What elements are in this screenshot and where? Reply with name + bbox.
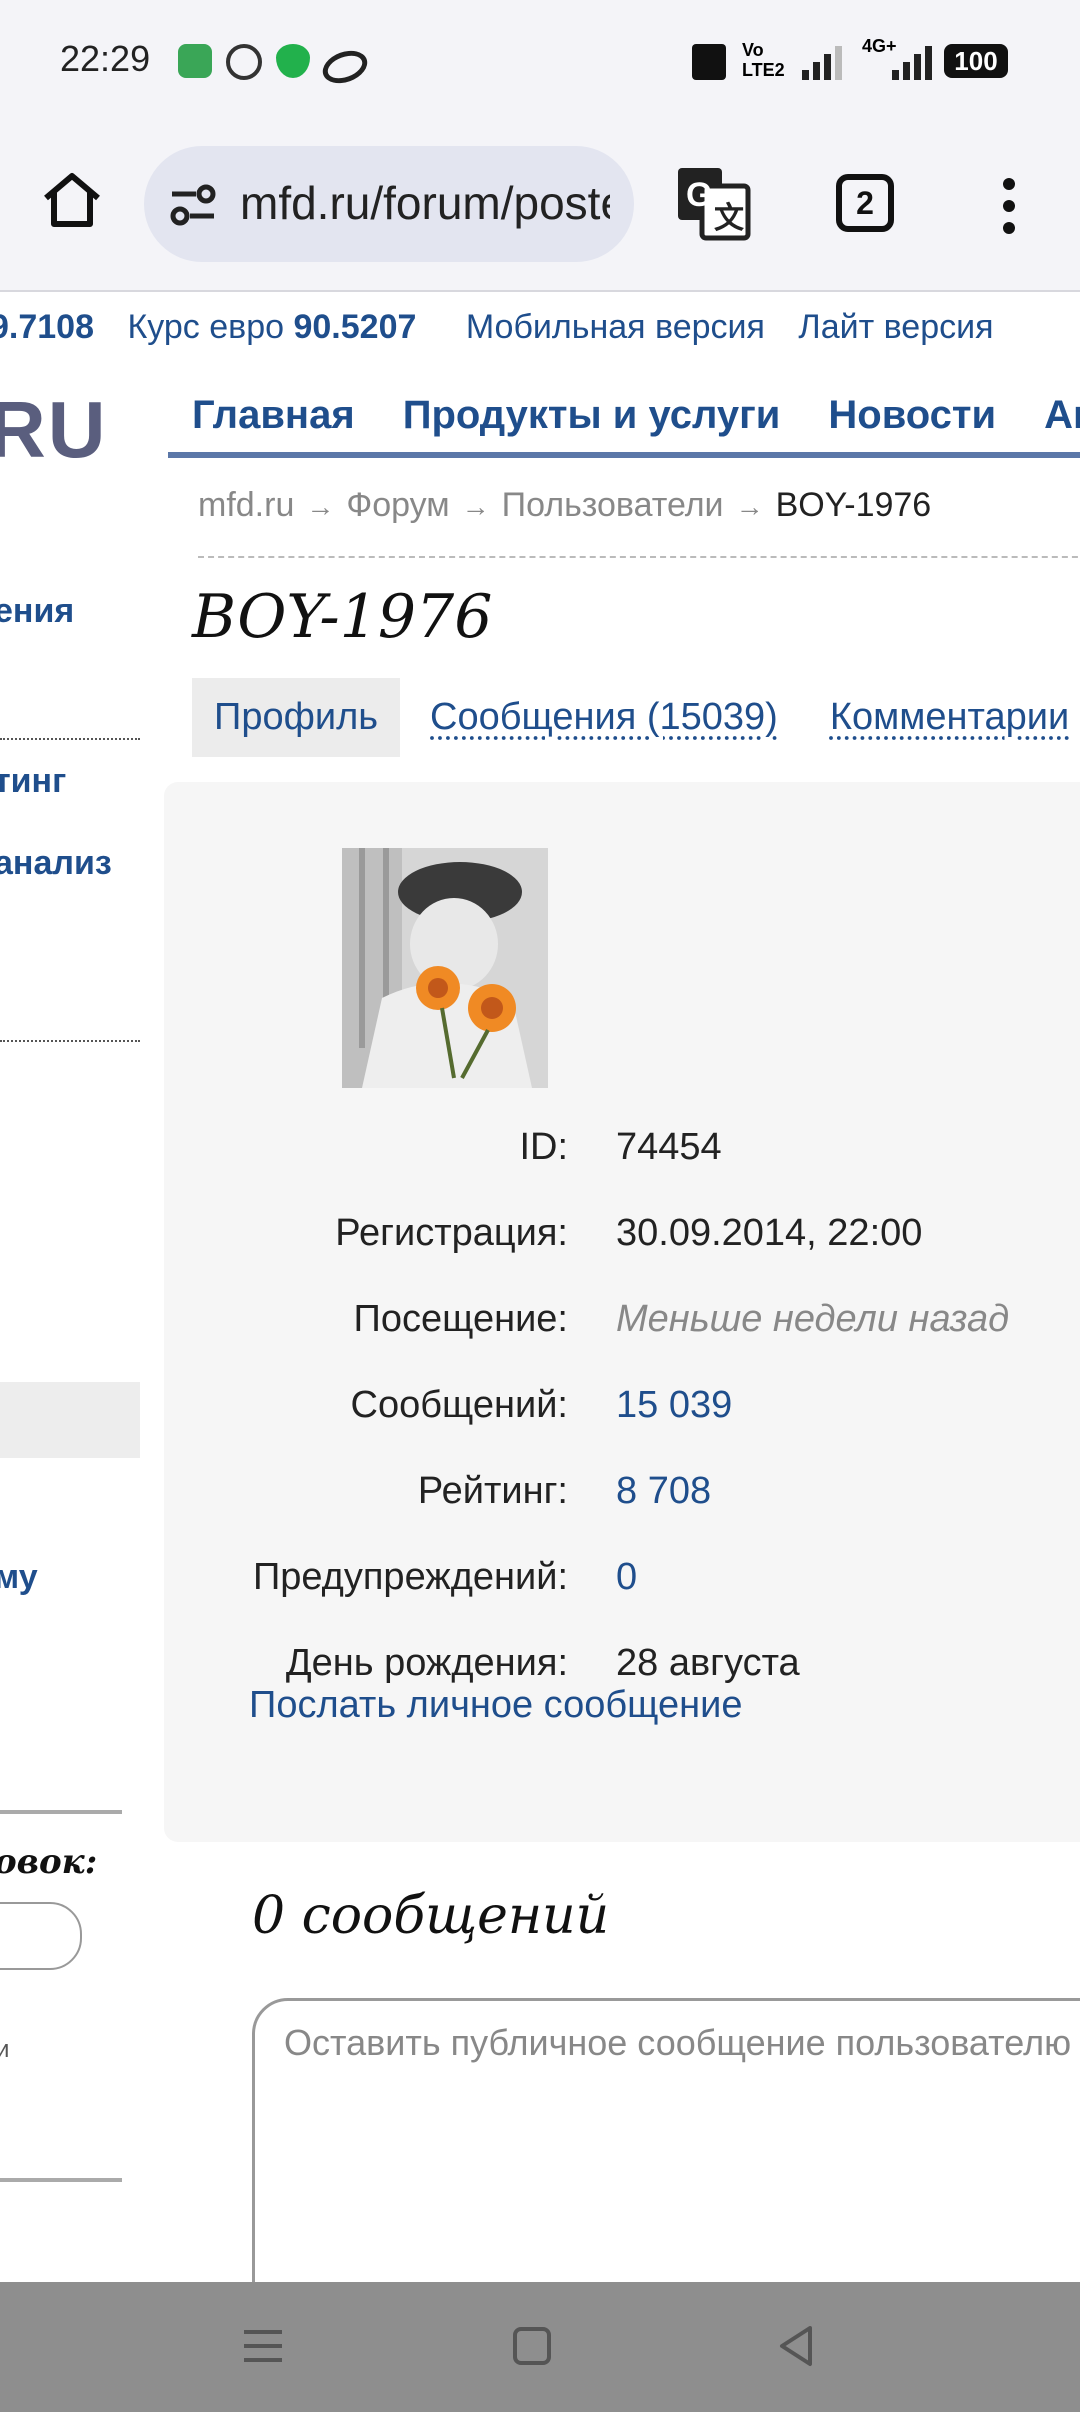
main-navigation: Главная Продукты и услуги Новости Ан [168, 380, 1080, 458]
volte-indicator: Vo LTE2 [742, 40, 785, 80]
birthday-label: День рождения: [285, 1642, 568, 1684]
public-message-placeholder: Оставить публичное сообщение пользовател… [284, 2022, 1072, 2063]
recent-apps-icon[interactable] [242, 2326, 284, 2366]
translate-icon[interactable]: G 文 [676, 166, 752, 242]
id-value: 74454 [616, 1126, 722, 1168]
battery-icon: 100 [944, 44, 1008, 78]
breadcrumb: mfd.ru → Форум → Пользователи → BOY-1976 [198, 486, 931, 525]
rating-label: Рейтинг: [417, 1470, 568, 1512]
page-title: BOY-1976 [192, 582, 493, 652]
sidebar-link-3[interactable]: анализ [0, 844, 112, 883]
currency-rates: 9.7108 Курс евро 90.5207 Мобильная верси… [0, 308, 994, 347]
nav-analytics[interactable]: Ан [1044, 380, 1080, 450]
app-notification-icon [178, 44, 212, 78]
breadcrumb-arrow: → [735, 491, 764, 522]
wall-messages-title: 0 сообщений [252, 1886, 610, 1946]
sidebar-link-2[interactable]: тинг [0, 762, 66, 801]
home-nav-icon[interactable] [512, 2326, 552, 2366]
check-circle-icon [226, 44, 262, 80]
mobile-version-link[interactable]: Мобильная версия [466, 308, 765, 346]
nav-products[interactable]: Продукты и услуги [403, 380, 781, 450]
send-private-message-link[interactable]: Послать личное сообщение [249, 1684, 742, 1727]
svg-text:文: 文 [714, 201, 744, 235]
sidebar-link-1[interactable]: ения [0, 592, 74, 631]
tab-messages[interactable]: Сообщения (15039) [408, 678, 800, 757]
eur-rate-label: Курс евро [127, 308, 285, 346]
tab-switcher-button[interactable]: 2 [836, 174, 894, 232]
usd-rate-value: 9.7108 [0, 308, 94, 346]
signal-icon-2 [892, 46, 932, 80]
id-label: ID: [519, 1126, 568, 1168]
registration-value: 30.09.2014, 22:00 [616, 1212, 923, 1254]
more-menu-icon[interactable] [994, 176, 1024, 236]
sidebar-highlight-block [0, 1382, 140, 1458]
last-visit-label: Посещение: [353, 1298, 568, 1340]
warnings-label: Предупреждений: [252, 1556, 568, 1598]
breadcrumb-arrow: → [306, 491, 335, 522]
web-page: 9.7108 Курс евро 90.5207 Мобильная верси… [0, 292, 1080, 2282]
birthday-value: 28 августа [616, 1642, 800, 1684]
breadcrumb-arrow: → [461, 491, 490, 522]
registration-label: Регистрация: [335, 1212, 568, 1254]
site-settings-icon[interactable] [168, 182, 218, 228]
posts-label: Сообщений: [350, 1384, 568, 1426]
signal-icon [802, 46, 842, 80]
sidebar-heading: овок: [0, 1842, 98, 1882]
sidebar-note: и [0, 2036, 10, 2063]
back-icon[interactable] [776, 2324, 816, 2368]
sidebar-rule [0, 1810, 122, 1814]
clock: 22:29 [60, 38, 151, 79]
lite-version-link[interactable]: Лайт версия [798, 308, 993, 346]
eur-rate-value: 90.5207 [293, 308, 417, 346]
last-visit-value: Меньше недели назад [616, 1298, 1010, 1340]
profile-tabs: Профиль Сообщения (15039) Комментарии [192, 678, 1080, 757]
breadcrumb-current: BOY-1976 [775, 486, 932, 524]
divider [198, 556, 1080, 558]
breadcrumb-users[interactable]: Пользователи [502, 486, 724, 524]
nav-news[interactable]: Новости [828, 380, 996, 450]
nav-home[interactable]: Главная [192, 380, 355, 450]
site-logo[interactable]: RU [0, 384, 108, 476]
posts-count-link[interactable]: 15 039 [616, 1384, 732, 1427]
sidebar-rule [0, 2178, 122, 2182]
warnings-link[interactable]: 0 [616, 1556, 637, 1599]
rating-link[interactable]: 8 708 [616, 1470, 711, 1513]
sidebar-divider [0, 738, 140, 740]
sidebar-divider [0, 1040, 140, 1042]
user-avatar [342, 848, 548, 1088]
tab-profile[interactable]: Профиль [192, 678, 401, 757]
url-text[interactable]: mfd.ru/forum/poster/?id=74454 [240, 168, 610, 238]
home-icon[interactable] [40, 168, 104, 232]
sidebar-search-input[interactable] [0, 1902, 82, 1970]
svg-text:G: G [686, 176, 712, 214]
breadcrumb-home[interactable]: mfd.ru [198, 486, 294, 524]
nfc-icon [692, 44, 726, 80]
breadcrumb-forum[interactable]: Форум [346, 486, 449, 524]
tab-comments[interactable]: Комментарии [808, 678, 1080, 757]
sidebar-link-4[interactable]: му [0, 1558, 38, 1597]
